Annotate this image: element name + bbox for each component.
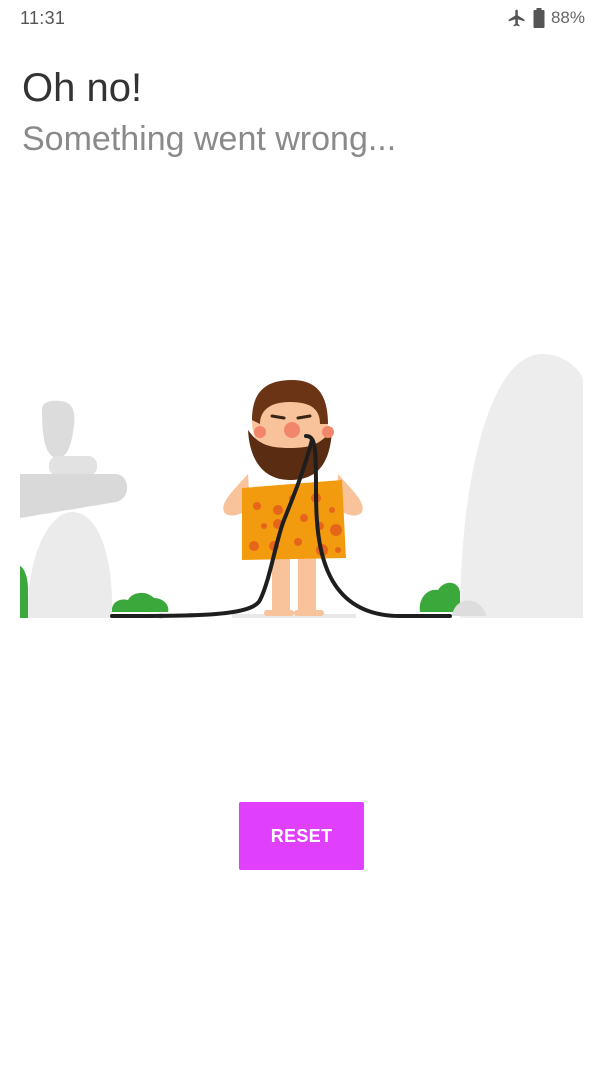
airplane-mode-icon bbox=[508, 9, 525, 27]
stacked-rocks bbox=[20, 400, 128, 618]
left-bush bbox=[112, 592, 169, 612]
status-bar: 11:31 88% bbox=[0, 0, 603, 36]
status-icons: 88% bbox=[507, 6, 585, 30]
caveman-chewing-cable-illustration bbox=[20, 340, 583, 630]
battery-icon bbox=[533, 8, 545, 28]
reset-button[interactable]: RESET bbox=[239, 802, 364, 870]
error-title: Oh no! bbox=[22, 66, 143, 110]
right-bush bbox=[419, 582, 460, 612]
status-time: 11:31 bbox=[20, 8, 66, 28]
battery-percent: 88% bbox=[550, 8, 585, 27]
right-boulder bbox=[460, 354, 583, 618]
error-subtitle: Something went wrong... bbox=[22, 120, 397, 158]
